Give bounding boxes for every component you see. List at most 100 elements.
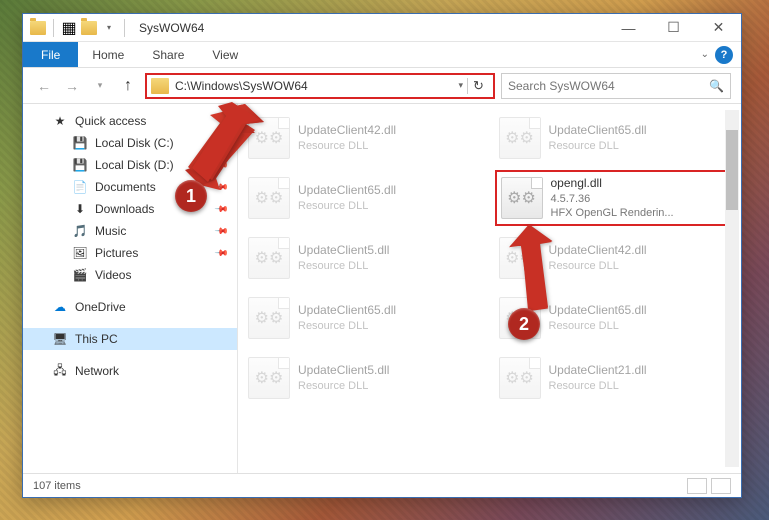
annotation-step-2: 2 [508, 308, 540, 340]
pin-icon: 📌 [214, 135, 230, 151]
search-box[interactable]: 🔍 [501, 73, 731, 99]
tab-home[interactable]: Home [78, 42, 138, 67]
tab-view[interactable]: View [198, 42, 252, 67]
file-name: UpdateClient5.dll [298, 243, 389, 259]
sidebar-this-pc[interactable]: 🖥 This PC [23, 328, 237, 350]
sidebar-item-label: Pictures [95, 246, 138, 260]
sidebar-item-label: Videos [95, 268, 131, 282]
gear-icon: ⚙⚙ [255, 368, 284, 388]
file-name: UpdateClient42.dll [549, 243, 647, 259]
file-name: UpdateClient65.dll [298, 183, 396, 199]
qat-chevron-icon[interactable]: ▾ [100, 19, 118, 37]
dll-file-icon: ⚙⚙ [499, 237, 541, 279]
sidebar-network[interactable]: 🖧Network [23, 360, 237, 382]
file-item[interactable]: ⚙⚙ UpdateClient42.dll Resource DLL [495, 230, 736, 286]
file-info: UpdateClient21.dll Resource DLL [549, 363, 647, 393]
sidebar-item-label: Local Disk (D:) [95, 158, 174, 172]
downloads-icon: ⬇ [71, 201, 89, 217]
ribbon-expand-icon[interactable]: ⌄ [701, 49, 709, 60]
file-sub1: Resource DLL [549, 139, 647, 153]
file-item[interactable]: ⚙⚙ UpdateClient5.dll Resource DLL [244, 350, 485, 406]
music-icon: 🎵 [71, 223, 89, 239]
dll-file-icon: ⚙⚙ [499, 357, 541, 399]
tab-share[interactable]: Share [138, 42, 198, 67]
address-path[interactable]: C:\Windows\SysWOW64 [175, 79, 454, 93]
file-info: UpdateClient65.dll Resource DLL [298, 183, 396, 213]
pin-icon: 📌 [214, 223, 230, 239]
address-bar[interactable]: C:\Windows\SysWOW64 ▾ ↻ [145, 73, 495, 99]
sidebar-item-label: OneDrive [75, 300, 126, 314]
sidebar-quick-access[interactable]: ★ Quick access [23, 110, 237, 132]
dll-file-icon: ⚙⚙ [248, 237, 290, 279]
gear-icon: ⚙⚙ [505, 248, 534, 268]
recent-dropdown-icon[interactable]: ▾ [89, 75, 111, 97]
file-info: UpdateClient5.dll Resource DLL [298, 363, 389, 393]
file-item[interactable]: ⚙⚙ UpdateClient5.dll Resource DLL [244, 230, 485, 286]
file-sub1: Resource DLL [549, 379, 647, 393]
details-view-button[interactable] [687, 478, 707, 494]
file-sub1: Resource DLL [298, 259, 389, 273]
address-dropdown-icon[interactable]: ▾ [454, 80, 467, 91]
dll-file-icon: ⚙⚙ [501, 177, 543, 219]
forward-button[interactable]: → [61, 75, 83, 97]
refresh-button[interactable]: ↻ [467, 78, 489, 94]
help-icon[interactable]: ? [715, 46, 733, 64]
file-item[interactable]: ⚙⚙ opengl.dll 4.5.7.36 HFX OpenGL Render… [495, 170, 736, 226]
gear-icon: ⚙⚙ [255, 188, 284, 208]
titlebar: ▦ ▾ SysWOW64 ― ☐ ✕ [23, 14, 741, 42]
sidebar-item-music[interactable]: 🎵Music📌 [23, 220, 237, 242]
properties-icon[interactable]: ▦ [60, 19, 78, 37]
up-button[interactable]: ↑ [117, 75, 139, 97]
pin-icon: 📌 [214, 201, 230, 217]
gear-icon: ⚙⚙ [255, 128, 284, 148]
onedrive-icon: ☁ [51, 299, 69, 315]
file-info: UpdateClient65.dll Resource DLL [549, 303, 647, 333]
window-title: SysWOW64 [139, 21, 204, 35]
file-item[interactable]: ⚙⚙ UpdateClient65.dll Resource DLL [244, 290, 485, 346]
file-item[interactable]: ⚙⚙ UpdateClient21.dll Resource DLL [495, 350, 736, 406]
file-name: UpdateClient65.dll [549, 123, 647, 139]
file-info: UpdateClient5.dll Resource DLL [298, 243, 389, 273]
file-sub1: Resource DLL [298, 199, 396, 213]
file-tab[interactable]: File [23, 42, 78, 67]
item-count: 107 items [33, 480, 81, 492]
back-button[interactable]: ← [33, 75, 55, 97]
close-button[interactable]: ✕ [696, 14, 741, 42]
search-icon[interactable]: 🔍 [709, 79, 724, 93]
sidebar-item-local-disk-d[interactable]: 💾Local Disk (D:)📌 [23, 154, 237, 176]
pictures-icon: 🖼 [71, 245, 89, 261]
thispc-icon: 🖥 [51, 331, 69, 347]
sidebar-item-pictures[interactable]: 🖼Pictures📌 [23, 242, 237, 264]
videos-icon: 🎬 [71, 267, 89, 283]
scrollbar-thumb[interactable] [726, 130, 738, 210]
dll-file-icon: ⚙⚙ [248, 357, 290, 399]
gear-icon: ⚙⚙ [255, 248, 284, 268]
file-info: UpdateClient42.dll Resource DLL [549, 243, 647, 273]
gear-icon: ⚙⚙ [505, 368, 534, 388]
maximize-button[interactable]: ☐ [651, 14, 696, 42]
file-info: UpdateClient65.dll Resource DLL [549, 123, 647, 153]
annotation-step-1: 1 [175, 180, 207, 212]
sidebar-onedrive[interactable]: ☁ OneDrive [23, 296, 237, 318]
new-folder-icon[interactable] [80, 19, 98, 37]
address-folder-icon [151, 78, 169, 94]
file-name: opengl.dll [551, 176, 674, 192]
navigation-bar: ← → ▾ ↑ C:\Windows\SysWOW64 ▾ ↻ 🔍 [23, 68, 741, 104]
sidebar-item-videos[interactable]: 🎬 Videos [23, 264, 237, 286]
file-item[interactable]: ⚙⚙ UpdateClient65.dll Resource DLL [495, 110, 736, 166]
sidebar-item-label: Downloads [95, 202, 154, 216]
status-bar: 107 items [23, 473, 741, 497]
star-icon: ★ [51, 113, 69, 129]
pin-icon: 📌 [214, 179, 230, 195]
sidebar-item-local-disk-c[interactable]: 💾Local Disk (C:)📌 [23, 132, 237, 154]
vertical-scrollbar[interactable] [725, 110, 739, 467]
file-item[interactable]: ⚙⚙ UpdateClient42.dll Resource DLL [244, 110, 485, 166]
sidebar-item-label: This PC [75, 332, 118, 346]
icons-view-button[interactable] [711, 478, 731, 494]
search-input[interactable] [508, 79, 709, 93]
file-item[interactable]: ⚙⚙ UpdateClient65.dll Resource DLL [244, 170, 485, 226]
explorer-window: ▦ ▾ SysWOW64 ― ☐ ✕ File Home Share View … [22, 13, 742, 498]
disk-icon: 💾 [71, 157, 89, 173]
minimize-button[interactable]: ― [606, 14, 651, 42]
file-name: UpdateClient42.dll [298, 123, 396, 139]
